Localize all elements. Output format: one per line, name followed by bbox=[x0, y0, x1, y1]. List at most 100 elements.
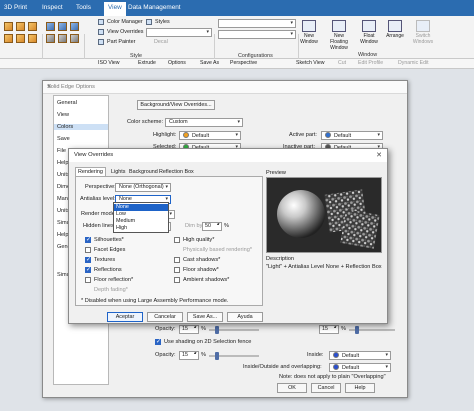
perspective-button[interactable]: Perspective bbox=[230, 60, 257, 66]
decal-button[interactable]: Decal bbox=[146, 39, 168, 45]
save-as-button[interactable]: Save As bbox=[200, 60, 219, 66]
tab-lights[interactable]: Lights bbox=[109, 168, 127, 176]
percent-label-3: % bbox=[201, 352, 206, 358]
close-icon[interactable]: ✕ bbox=[47, 84, 402, 90]
cancelar-button[interactable]: Cancelar bbox=[147, 312, 183, 322]
facet-edges-label: Facet Edges bbox=[94, 247, 126, 253]
antialias-option-high[interactable]: High bbox=[114, 225, 168, 232]
arrange-button[interactable]: Arrange bbox=[382, 20, 408, 39]
ayuda-button[interactable]: Ayuda bbox=[227, 312, 263, 322]
aceptar-button[interactable]: Aceptar bbox=[107, 312, 143, 322]
menu-tools[interactable]: Tools bbox=[76, 4, 91, 11]
antialias-option-none[interactable]: None bbox=[114, 204, 168, 211]
color-manager-button[interactable]: Color Manager bbox=[98, 19, 143, 25]
tab-reflection-box[interactable]: Reflection Box bbox=[157, 168, 196, 176]
textures-label: Textures bbox=[94, 257, 116, 263]
overlap-color-select[interactable]: Default bbox=[329, 363, 391, 372]
dynamic-edit-button[interactable]: Dynamic Edit bbox=[398, 60, 429, 66]
highlight-color-select[interactable]: Default bbox=[179, 131, 241, 140]
view-cube-icon[interactable] bbox=[4, 34, 13, 43]
shade-icon[interactable] bbox=[46, 34, 55, 43]
perspective-select[interactable]: None (Orthogonal) bbox=[115, 183, 171, 192]
arrange-icon bbox=[388, 20, 402, 32]
cancel-button[interactable]: Cancel bbox=[311, 383, 341, 393]
edit-profile-button[interactable]: Edit Profile bbox=[358, 60, 383, 66]
configuration-select-2[interactable] bbox=[218, 30, 296, 39]
menu-3d-print[interactable]: 3D Print bbox=[4, 4, 27, 11]
tab-rendering[interactable]: Rendering bbox=[75, 167, 106, 176]
view-cube-icon[interactable] bbox=[28, 34, 37, 43]
opacity-spinner-3[interactable]: 15 bbox=[179, 351, 199, 360]
color-scheme-select[interactable]: Custom bbox=[165, 118, 243, 127]
active-part-label: Active part: bbox=[289, 132, 317, 138]
help-button[interactable]: Help bbox=[345, 383, 375, 393]
textures-checkbox[interactable] bbox=[85, 256, 91, 263]
color-manager-label: Color Manager bbox=[107, 19, 143, 25]
opacity-slider-thumb-2[interactable] bbox=[355, 326, 359, 334]
menu-inspect[interactable]: Inspect bbox=[42, 4, 63, 11]
shade-icon[interactable] bbox=[58, 34, 67, 43]
close-icon[interactable]: ✕ bbox=[376, 151, 382, 159]
view-cube-icon[interactable] bbox=[28, 22, 37, 31]
antialias-option-low[interactable]: Low bbox=[114, 211, 168, 218]
view-cube-icon[interactable] bbox=[16, 34, 25, 43]
floor-reflection-checkbox[interactable] bbox=[85, 277, 91, 283]
floating-window-icon bbox=[332, 20, 346, 32]
facet-edges-checkbox[interactable] bbox=[85, 247, 91, 253]
rendering-panel: Perspective: None (Orthogonal) Antialias… bbox=[75, 176, 263, 306]
sketch-view-button[interactable]: Sketch View bbox=[296, 60, 324, 66]
high-quality-checkbox[interactable] bbox=[174, 237, 180, 243]
floor-shadow-checkbox[interactable] bbox=[174, 267, 180, 273]
view-cube-icon[interactable] bbox=[16, 22, 25, 31]
extrude-button[interactable]: Extrude bbox=[138, 60, 156, 66]
decal-label: Decal bbox=[154, 39, 168, 45]
opacity-spinner-1[interactable]: 15 bbox=[179, 325, 199, 334]
opacity-slider-thumb-3[interactable] bbox=[215, 352, 219, 360]
float-window-button[interactable]: Float Window bbox=[356, 20, 382, 45]
palette-icon bbox=[98, 19, 104, 25]
use-shading-checkbox[interactable] bbox=[155, 338, 161, 345]
dim-by-spinner[interactable]: 50 bbox=[202, 222, 222, 231]
opacity-slider-thumb-1[interactable] bbox=[215, 326, 219, 334]
save-as-button[interactable]: Save As... bbox=[187, 312, 223, 322]
silhouettes-checkbox[interactable] bbox=[85, 236, 91, 243]
ambient-shadows-label: Ambient shadows* bbox=[183, 277, 230, 283]
ambient-shadows-checkbox[interactable] bbox=[174, 277, 180, 283]
preview-image bbox=[266, 177, 382, 253]
ok-button[interactable]: OK bbox=[277, 383, 307, 393]
antialias-option-medium[interactable]: Medium bbox=[114, 218, 168, 225]
cast-shadows-checkbox[interactable] bbox=[174, 257, 180, 263]
menu-data-management[interactable]: Data Management bbox=[128, 4, 181, 11]
new-window-label: New Window bbox=[300, 33, 318, 45]
configuration-select[interactable] bbox=[218, 19, 296, 28]
background-view-overrides-button[interactable]: Background/View Overrides... bbox=[137, 100, 215, 110]
description-label: Description bbox=[266, 256, 294, 262]
tab-background[interactable]: Background bbox=[127, 168, 160, 176]
opacity-spinner-2[interactable]: 15 bbox=[319, 325, 339, 334]
new-floating-window-label: New Floating Window bbox=[330, 33, 348, 51]
style-select[interactable] bbox=[146, 28, 212, 37]
active-part-color-select[interactable]: Default bbox=[321, 131, 383, 140]
category-general[interactable]: General bbox=[57, 100, 77, 106]
inside-color-select[interactable]: Default bbox=[329, 351, 391, 360]
styles-button[interactable]: Styles bbox=[146, 19, 170, 25]
category-save[interactable]: Save bbox=[57, 136, 70, 142]
reflections-checkbox[interactable] bbox=[85, 266, 91, 273]
new-floating-window-button[interactable]: New Floating Window bbox=[326, 20, 352, 51]
new-window-button[interactable]: New Window bbox=[296, 20, 322, 45]
category-colors[interactable]: Colors bbox=[54, 124, 108, 130]
shade-icon[interactable] bbox=[46, 22, 55, 31]
view-cube-icon[interactable] bbox=[4, 22, 13, 31]
reflections-label: Reflections bbox=[94, 267, 122, 273]
view-overrides-button[interactable]: View Overrides bbox=[98, 29, 143, 35]
category-view[interactable]: View bbox=[57, 112, 69, 118]
cut-button[interactable]: Cut bbox=[338, 60, 346, 66]
shade-icon[interactable] bbox=[70, 34, 79, 43]
menu-view[interactable]: View bbox=[104, 2, 126, 16]
switch-windows-button[interactable]: Switch Windows bbox=[410, 20, 436, 45]
shade-icon[interactable] bbox=[70, 22, 79, 31]
shade-icon[interactable] bbox=[58, 22, 67, 31]
iso-view-button[interactable]: ISO View bbox=[98, 60, 120, 66]
part-painter-button[interactable]: Part Painter bbox=[98, 39, 135, 45]
options-button[interactable]: Options bbox=[168, 60, 186, 66]
